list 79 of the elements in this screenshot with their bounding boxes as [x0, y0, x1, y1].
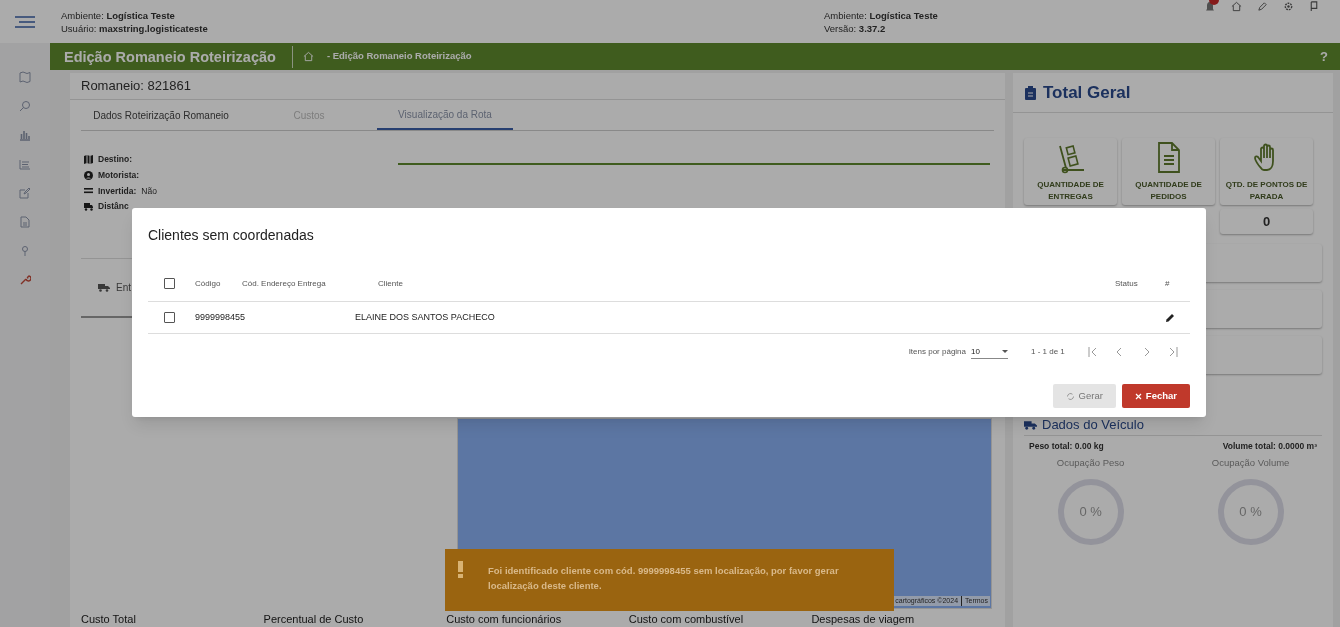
truck-icon [98, 283, 110, 292]
gauge-ring [1056, 478, 1125, 546]
document-icon[interactable] [19, 216, 31, 228]
tab-label[interactable]: Ent [116, 280, 131, 295]
stat-label: QTD. DE PONTOS DE PARADA [1224, 179, 1309, 203]
stat-label: QUANTIDADE DE ENTREGAS [1036, 179, 1105, 203]
toast-message: Foi identificado cliente com cód. 9999998455 sem localização, por favor gerar localização deste cliente. [488, 564, 840, 593]
weight-total: Peso total: 0.00 kg [1029, 440, 1104, 453]
search-icon[interactable] [19, 100, 31, 112]
header-info: Usuário: maxstring.logisticateste [61, 21, 209, 35]
home-icon[interactable] [1231, 1, 1242, 12]
menu-icon[interactable] [15, 15, 35, 28]
volume-total: Volume total: 0.0000 m³ [1222, 440, 1317, 453]
tab[interactable]: Dados Roteirização Romaneio [81, 100, 241, 130]
tool-icon[interactable] [19, 274, 31, 286]
column-header: Cliente [378, 277, 404, 290]
header-info: Ambiente: Logística Teste [61, 8, 176, 22]
page-title: Edição Romaneio Roteirização [50, 45, 293, 68]
cost-label: Custo Total [81, 611, 137, 627]
help-link[interactable]: ? [1320, 46, 1328, 67]
column-header: Status [1115, 277, 1139, 290]
info-label: Destino: [98, 153, 132, 166]
gauge-ring [1216, 478, 1285, 546]
header-info: Ambiente: Logística Teste [824, 8, 939, 22]
cost-label: Percentual de Custo [263, 611, 365, 627]
gauge-label: Ocupação Peso [1056, 455, 1125, 470]
flag-icon[interactable] [1309, 1, 1319, 12]
checkbox[interactable] [164, 312, 175, 323]
clipboard-icon [1025, 85, 1036, 100]
exclamation-icon [458, 561, 463, 578]
bar-chart-icon[interactable] [19, 129, 31, 141]
truck-icon [84, 202, 93, 212]
equals-icon [84, 186, 93, 196]
caret-icon [1002, 350, 1008, 353]
settings-icon[interactable] [1283, 1, 1294, 12]
first-page-icon[interactable] [1088, 347, 1097, 357]
info-label: Invertida: [98, 184, 137, 198]
last-page-icon[interactable] [1169, 347, 1178, 357]
stat-value: 0 [1220, 209, 1313, 234]
map-icon [84, 154, 93, 164]
cost-label: Custo com funcionários [446, 611, 563, 627]
close-button[interactable]: Fechar [1121, 384, 1190, 408]
tab[interactable]: Visualização da Rota [377, 100, 513, 130]
person-icon [84, 170, 93, 180]
checkbox[interactable] [164, 278, 175, 289]
refresh-icon [1065, 391, 1075, 401]
previous-page-icon[interactable] [1115, 347, 1124, 357]
breadcrumb-link[interactable]: - Edição Romaneio Roteirização [326, 49, 472, 64]
pin-icon[interactable] [19, 245, 31, 257]
pencil-icon[interactable] [1165, 312, 1175, 323]
items-per-page-select[interactable]: 10 [971, 345, 1008, 359]
info-label: Distânc [98, 200, 129, 213]
items-per-page-label: Itens por página [908, 346, 966, 358]
dialog-title: Clientes sem coordenadas [148, 226, 315, 245]
close-icon [1134, 392, 1142, 400]
info-label: Motorista: [98, 168, 140, 182]
page-range: 1 - 1 de 1 [1031, 346, 1066, 358]
header-info: Versão: 3.37.2 [824, 21, 887, 35]
card-title: Romaneio: 821861 [70, 73, 1005, 100]
gauge-label: Ocupação Volume [1211, 455, 1290, 470]
cost-label: Despesas de viagem [811, 611, 916, 627]
section-title: Dados do Veículo [1042, 415, 1144, 434]
next-page-icon[interactable] [1142, 347, 1151, 357]
table-cell-text: ELAINE DOS SANTOS PACHECO [355, 310, 496, 324]
gauge-value: 0 % [1078, 503, 1103, 522]
edit-icon[interactable] [19, 187, 31, 199]
truck-icon [1024, 419, 1037, 430]
list-icon[interactable] [19, 158, 31, 170]
gauge-value: 0 % [1238, 503, 1263, 522]
column-header: Cód. Endereço Entrega [242, 277, 327, 290]
cost-label: Custo com combustível [628, 611, 745, 627]
bell-icon[interactable] [1204, 0, 1216, 13]
column-header: Código [195, 277, 222, 290]
map-icon[interactable] [19, 71, 31, 83]
info-value: Não [141, 184, 157, 198]
stat-label: QUANTIDADE DE PEDIDOS [1134, 179, 1203, 203]
table-cell-text: 9999998455 [195, 310, 247, 324]
panel-title: Total Geral [1043, 81, 1131, 104]
column-header: # [1165, 277, 1171, 290]
